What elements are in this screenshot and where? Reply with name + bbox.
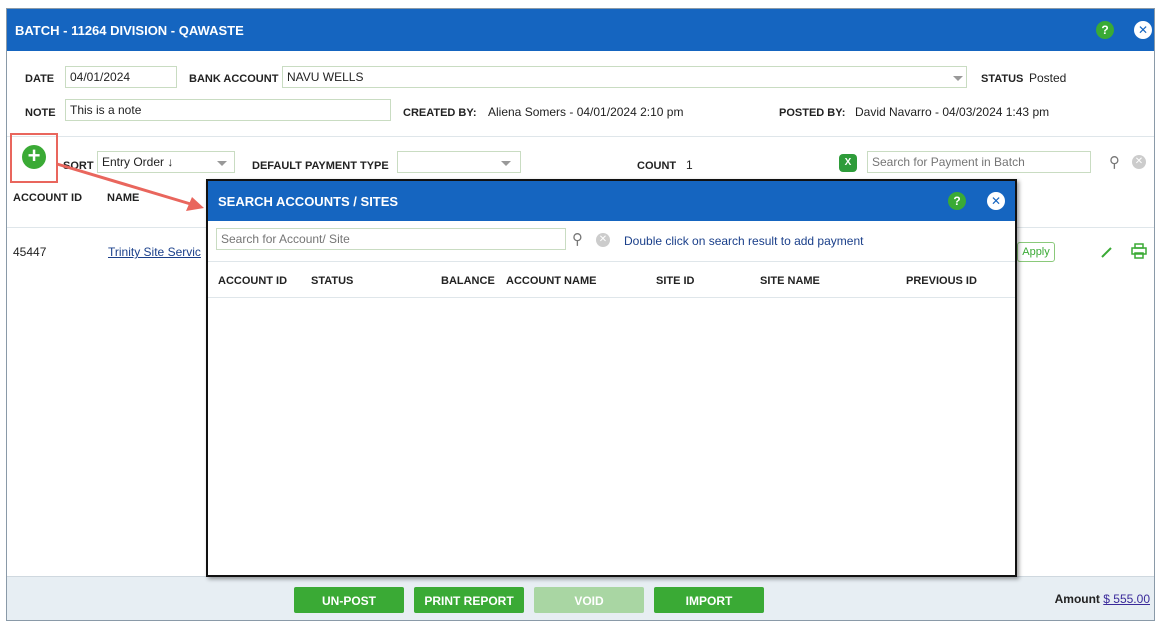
- date-field[interactable]: 04/01/2024: [65, 66, 177, 88]
- dropdown-icon: [217, 161, 227, 166]
- help-icon[interactable]: ?: [948, 192, 966, 210]
- modal-title: SEARCH ACCOUNTS / SITES: [218, 193, 399, 209]
- row-name-link[interactable]: Trinity Site Servic: [108, 245, 201, 259]
- search-icon[interactable]: ⚲: [1109, 153, 1120, 171]
- void-button: VOID: [534, 587, 644, 613]
- edit-icon[interactable]: [1100, 245, 1114, 259]
- title-bar: BATCH - 11264 DIVISION - QAWASTE ? ✕: [7, 9, 1154, 51]
- note-label: NOTE: [25, 107, 56, 119]
- col-account-id: ACCOUNT ID: [218, 275, 288, 287]
- add-payment-highlight: +: [10, 133, 58, 183]
- divider: [208, 297, 1015, 298]
- col-account-id: ACCOUNT ID: [13, 192, 83, 204]
- modal-title-bar: SEARCH ACCOUNTS / SITES ? ✕: [208, 181, 1015, 221]
- created-by-value: Aliena Somers - 04/01/2024 2:10 pm: [488, 105, 684, 119]
- date-label: DATE: [25, 73, 55, 85]
- un-post-button[interactable]: UN-POST: [294, 587, 404, 613]
- col-balance: BALANCE: [441, 275, 495, 287]
- clear-icon[interactable]: ✕: [1132, 155, 1146, 169]
- amount-total: Amount $ 555.00: [1055, 592, 1150, 606]
- col-site-id: SITE ID: [656, 275, 695, 287]
- note-field[interactable]: This is a note: [65, 99, 391, 121]
- divider: [7, 136, 1154, 137]
- col-name: NAME: [107, 192, 140, 204]
- account-search-input[interactable]: [216, 228, 566, 250]
- sort-label: SORT: [63, 160, 94, 172]
- search-accounts-modal: SEARCH ACCOUNTS / SITES ? ✕ ⚲ ✕ Double c…: [206, 179, 1017, 577]
- bank-account-select[interactable]: NAVU WELLS: [282, 66, 967, 88]
- footer-bar: UN-POST PRINT REPORT VOID IMPORT Amount …: [7, 576, 1154, 620]
- close-icon[interactable]: ✕: [987, 192, 1005, 210]
- dropdown-icon: [953, 76, 963, 81]
- posted-by-value: David Navarro - 04/03/2024 1:43 pm: [855, 105, 1050, 119]
- payment-type-label: DEFAULT PAYMENT TYPE: [252, 160, 389, 172]
- add-icon[interactable]: +: [22, 145, 46, 169]
- dropdown-icon: [501, 161, 511, 166]
- sort-select[interactable]: Entry Order ↓: [97, 151, 235, 173]
- count-label: COUNT: [637, 160, 677, 172]
- divider: [208, 261, 1015, 262]
- status-label: STATUS: [981, 73, 1024, 85]
- col-site-name: SITE NAME: [760, 275, 820, 287]
- print-report-button[interactable]: PRINT REPORT: [414, 587, 524, 613]
- row-account-id: 45447: [13, 245, 47, 259]
- col-account-name: ACCOUNT NAME: [506, 275, 597, 287]
- close-icon[interactable]: ✕: [1134, 21, 1152, 39]
- amount-label: Amount: [1054, 592, 1100, 606]
- search-hint: Double click on search result to add pay…: [624, 234, 864, 248]
- payment-search-input[interactable]: [867, 151, 1091, 173]
- amount-value-link[interactable]: $ 555.00: [1103, 592, 1150, 606]
- count-value: 1: [686, 158, 693, 172]
- bank-account-label: BANK ACCOUNT: [189, 73, 279, 85]
- posted-by-label: POSTED BY:: [779, 107, 846, 119]
- apply-button[interactable]: Apply: [1017, 242, 1055, 262]
- excel-icon[interactable]: X: [839, 154, 857, 172]
- col-status: STATUS: [311, 275, 354, 287]
- print-icon[interactable]: [1131, 243, 1147, 259]
- created-by-label: CREATED BY:: [403, 107, 477, 119]
- import-button[interactable]: IMPORT: [654, 587, 764, 613]
- col-previous-id: PREVIOUS ID: [906, 275, 977, 287]
- search-icon[interactable]: ⚲: [572, 230, 583, 248]
- status-value: Posted: [1029, 71, 1067, 85]
- clear-icon[interactable]: ✕: [596, 233, 610, 247]
- help-icon[interactable]: ?: [1096, 21, 1114, 39]
- window-title: BATCH - 11264 DIVISION - QAWASTE: [15, 22, 244, 38]
